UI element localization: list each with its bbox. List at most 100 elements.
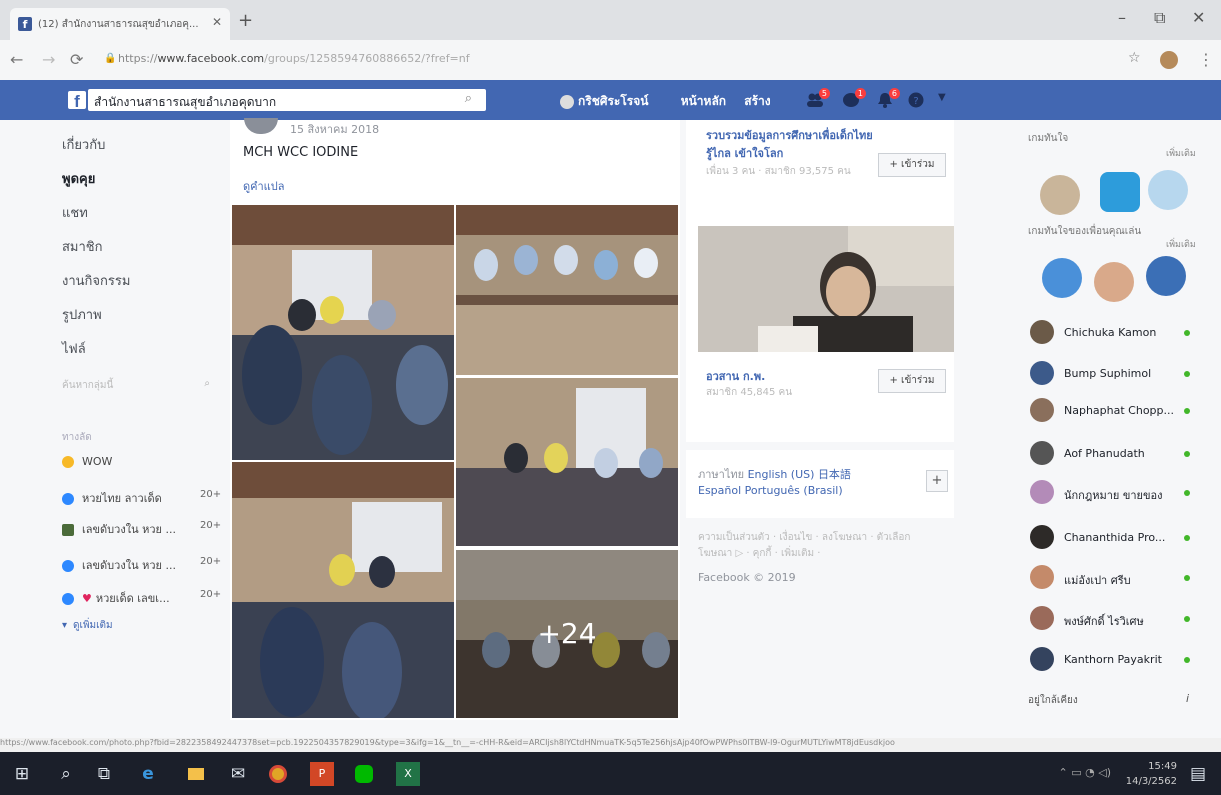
contact-item[interactable]: Bump Suphimol	[1030, 361, 1200, 387]
edge-icon[interactable]: e	[136, 762, 160, 786]
home-link[interactable]: หน้าหลัก	[681, 94, 726, 108]
url-bar[interactable]: 🔒 https://www.facebook.com/groups/125859…	[100, 48, 1110, 72]
notifications-icon[interactable]: 6	[876, 88, 900, 108]
facebook-logo-icon[interactable]: f	[68, 91, 86, 111]
game-icon[interactable]	[1100, 172, 1140, 212]
game-icon[interactable]	[1040, 175, 1080, 215]
suggested-group-title[interactable]: รวบรวมข้อมูลการศึกษาเพื่อเด็กไทย รู้ไกล …	[706, 126, 876, 162]
nav-about[interactable]: เกี่ยวกับ	[62, 134, 222, 168]
contact-name: นักกฎหมาย ขายของ	[1064, 489, 1163, 502]
menu-kebab-icon[interactable]: ⋮	[1198, 50, 1214, 69]
see-more-link[interactable]: ▾ ดูเพิ่มเติม	[62, 618, 113, 633]
post-date[interactable]: 15 สิงหาคม 2018	[290, 120, 379, 138]
nav-members[interactable]: สมาชิก	[62, 236, 222, 270]
shortcut-item[interactable]: WOW	[62, 455, 112, 468]
search-input[interactable]: สำนักงานสาธารณสุขอำเภอคุดบาก ⌕	[88, 89, 486, 111]
contact-item[interactable]: Chananthida Pro...	[1030, 525, 1200, 551]
online-indicator	[1184, 330, 1190, 336]
profile-avatar	[560, 94, 574, 109]
task-view-icon[interactable]: ⧉	[92, 762, 116, 786]
action-center-icon[interactable]: ▤	[1186, 762, 1210, 786]
forward-icon[interactable]: →	[42, 50, 55, 69]
search-icon[interactable]: ⌕	[465, 91, 472, 106]
minimize-icon[interactable]: –	[1118, 8, 1126, 27]
clock-date: 14/3/2562	[1125, 776, 1177, 787]
contact-item[interactable]: นักกฎหมาย ขายของ	[1030, 480, 1200, 506]
line-icon[interactable]	[352, 762, 376, 786]
nav-photos[interactable]: รูปภาพ	[62, 304, 222, 338]
new-tab-icon[interactable]: +	[238, 10, 253, 31]
messenger-icon[interactable]: 1	[842, 88, 866, 108]
game-icon[interactable]	[1042, 258, 1082, 298]
help-icon[interactable]: ?	[908, 92, 926, 108]
friend-requests-icon[interactable]: 5	[806, 88, 830, 108]
line-bubble	[355, 765, 373, 783]
browser-tab[interactable]: f (12) สำนักงานสาธารณสุขอำเภอคุ... ✕	[10, 8, 230, 40]
url-path: /groups/1258594760886652/?fref=nf	[264, 52, 470, 65]
post-photo-3[interactable]	[456, 378, 678, 546]
mail-icon[interactable]: ✉	[226, 762, 250, 786]
add-language-button[interactable]: +	[926, 470, 948, 492]
post-photo-2[interactable]	[456, 205, 678, 375]
games-see-more-link[interactable]: เพิ่มเติม	[1166, 146, 1196, 160]
restore-icon[interactable]: ⧉	[1154, 8, 1165, 28]
language-link[interactable]: Português (Brasil)	[745, 484, 843, 497]
excel-icon[interactable]: X	[396, 762, 420, 786]
online-indicator	[1184, 490, 1190, 496]
account-dropdown-icon[interactable]: ▼	[938, 92, 956, 108]
language-link[interactable]: 日本語	[818, 468, 851, 481]
system-tray-icons[interactable]: ⌃ ▭ ◔ ◁)	[1059, 766, 1111, 779]
shortcut-item[interactable]: เลขดับวงใน หวย ... 20+	[62, 556, 221, 574]
shortcut-item[interactable]: หวยไทย ลาวเด็ด 20+	[62, 489, 221, 507]
reload-icon[interactable]: ⟳	[70, 50, 83, 69]
suggested-group-title[interactable]: อวสาน ก.พ.	[706, 367, 765, 385]
back-icon[interactable]: ←	[10, 50, 23, 69]
create-link[interactable]: สร้าง	[744, 94, 770, 108]
contact-item[interactable]: Naphaphat Chopp...	[1030, 398, 1200, 424]
join-group-button[interactable]: + เข้าร่วม	[878, 153, 946, 177]
contact-item[interactable]: พงษ์ศักดิ์ ไรวิเศษ	[1030, 606, 1200, 632]
bookmark-star-icon[interactable]: ☆	[1128, 50, 1141, 66]
suggested-group-meta: สมาชิก 45,845 คน	[706, 387, 793, 398]
info-icon[interactable]: i	[1186, 692, 1189, 705]
contact-item[interactable]: Aof Phanudath	[1030, 441, 1200, 467]
shortcut-item[interactable]: ♥ หวยเด็ด เลขเ... 20+	[62, 589, 221, 607]
friends-games-see-more-link[interactable]: เพิ่มเติม	[1166, 237, 1196, 251]
online-indicator	[1184, 408, 1190, 414]
nav-events[interactable]: งานกิจกรรม	[62, 270, 222, 304]
footer-links[interactable]: ความเป็นส่วนตัว · เงื่อนไข · ลงโฆษณา · ต…	[698, 530, 938, 562]
translate-link[interactable]: ดูคำแปล	[243, 177, 285, 195]
join-group-button[interactable]: + เข้าร่วม	[878, 369, 946, 393]
powerpoint-icon[interactable]: P	[310, 762, 334, 786]
nav-chat[interactable]: แชท	[62, 202, 222, 236]
contact-item[interactable]: Chichuka Kamon	[1030, 320, 1200, 346]
group-search-icon[interactable]: ⌕	[204, 378, 210, 389]
chrome-icon[interactable]	[266, 762, 290, 786]
file-explorer-icon[interactable]	[184, 762, 208, 786]
nav-discussion[interactable]: พูดคุย	[62, 168, 222, 202]
clock[interactable]: 15:49 14/3/2562	[1126, 759, 1177, 789]
contact-item[interactable]: แม่อังเปา ศรีบ	[1030, 565, 1200, 591]
group-search-input[interactable]: ค้นหากลุ่มนี้ ⌕	[62, 378, 222, 398]
nav-files[interactable]: ไฟล์	[62, 338, 222, 372]
contact-name: พงษ์ศักดิ์ ไรวิเศษ	[1064, 615, 1144, 628]
avatar	[1030, 647, 1054, 671]
profile-link[interactable]: กริชศิระโรจน์	[560, 94, 663, 109]
contact-name: Kanthorn Payakrit	[1064, 653, 1162, 666]
search-icon[interactable]: ⌕	[54, 762, 78, 786]
game-icon[interactable]	[1146, 256, 1186, 296]
game-icon[interactable]	[1094, 262, 1134, 302]
start-icon[interactable]: ⊞	[10, 762, 34, 786]
more-photos-overlay[interactable]: +24	[456, 550, 678, 718]
window-close-icon[interactable]: ✕	[1192, 8, 1205, 27]
group-cover-photo[interactable]	[698, 226, 954, 352]
post-photo-1[interactable]	[232, 205, 454, 460]
language-link[interactable]: Español	[698, 484, 741, 497]
shortcut-item[interactable]: เลขดับวงใน หวย ... 20+	[62, 520, 221, 538]
contact-item[interactable]: Kanthorn Payakrit	[1030, 647, 1200, 673]
tab-close-icon[interactable]: ✕	[212, 15, 222, 29]
language-link[interactable]: English (US)	[748, 468, 815, 481]
post-photo-4[interactable]	[232, 462, 454, 718]
game-icon[interactable]	[1148, 170, 1188, 210]
profile-avatar-icon[interactable]	[1160, 51, 1178, 69]
